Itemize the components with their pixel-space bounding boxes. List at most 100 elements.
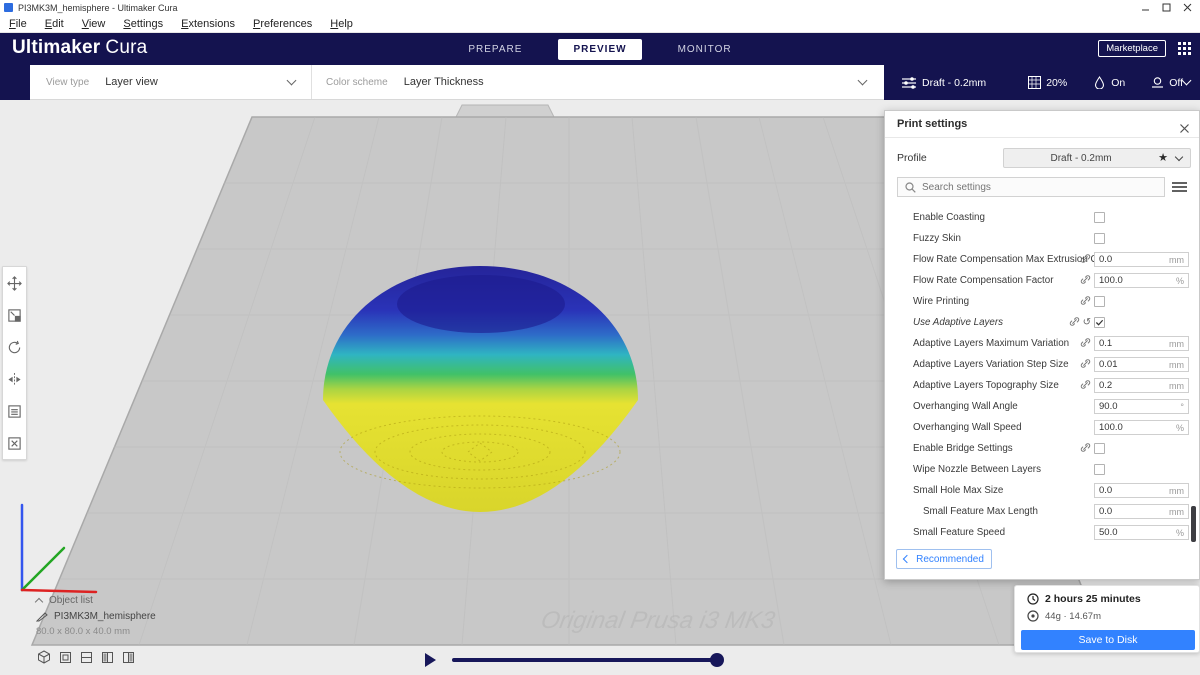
setting-checkbox[interactable] [1094,212,1105,223]
object-list-item[interactable]: PI3MK3M_hemisphere [36,611,156,622]
setting-input[interactable]: 100.0% [1094,420,1189,435]
setting-input[interactable]: 0.0 mm [1094,252,1189,267]
print-settings-quickbar[interactable]: Draft - 0.2mm 20% On Off [884,65,1200,100]
minimize-button[interactable] [1135,0,1156,15]
view-type-dropdown[interactable]: View type Layer view [30,65,312,99]
setting-checkbox[interactable] [1094,233,1105,244]
view-type-value: Layer view [105,76,158,88]
menu-bar: File Edit View Settings Extensions Prefe… [0,15,1200,33]
close-icon[interactable] [1179,118,1191,130]
timeline-handle[interactable] [710,653,724,667]
window-title: PI3MK3M_hemisphere - Ultimaker Cura [18,3,178,13]
recommended-button[interactable]: Recommended [896,549,992,569]
rotate-tool-button[interactable] [3,331,26,363]
setting-unit: ° [1180,402,1184,412]
view-orientation-bar [36,649,136,665]
menu-help[interactable]: Help [321,18,362,30]
setting-unit: mm [1169,339,1184,349]
profile-dropdown[interactable]: Draft - 0.2mm ★ [1003,148,1191,168]
tab-preview[interactable]: PREVIEW [558,39,641,60]
view-right-icon[interactable] [120,649,136,665]
view-top-icon[interactable] [78,649,94,665]
search-icon [905,182,916,193]
setting-control: 50.0% [1053,522,1189,543]
layer-timeline-slider[interactable] [452,658,720,662]
save-to-disk-button[interactable]: Save to Disk [1021,630,1195,650]
setting-icons [1053,335,1091,353]
setting-value: 0.01 [1099,359,1118,370]
tab-monitor[interactable]: MONITOR [670,39,740,60]
link-icon [1080,251,1091,269]
setting-checkbox[interactable] [1094,296,1105,307]
menu-file[interactable]: File [0,18,36,30]
setting-row: Enable Coasting [885,207,1199,228]
setting-label: Enable Bridge Settings [913,443,1013,454]
tool-palette [2,266,27,460]
menu-extensions[interactable]: Extensions [172,18,244,30]
setting-value: 0.0 [1099,254,1112,265]
chevron-down-icon [1175,152,1183,160]
play-button[interactable] [425,653,436,667]
quick-adhesion-value: Off [1169,77,1183,89]
setting-control: 100.0% [1053,270,1189,291]
setting-icons [1053,377,1091,395]
settings-scrollbar[interactable] [1191,506,1196,542]
close-button[interactable] [1177,0,1198,15]
scale-tool-button[interactable] [3,299,26,331]
chevron-down-icon [858,76,868,86]
setting-input[interactable]: 0.01mm [1094,357,1189,372]
chevron-down-icon[interactable] [1182,76,1192,86]
setting-input[interactable]: 0.0mm [1094,483,1189,498]
plate-watermark: Original Prusa i3 MK3 [539,607,778,634]
menu-view[interactable]: View [73,18,115,30]
setting-row: Overhanging Wall Speed100.0% [885,417,1199,438]
support-blocker-button[interactable] [3,427,26,459]
setting-input[interactable]: 0.1mm [1094,336,1189,351]
setting-row: Enable Bridge Settings [885,438,1199,459]
color-scheme-value: Layer Thickness [404,76,484,88]
print-settings-title: Print settings [897,118,967,130]
settings-list: Enable CoastingFuzzy SkinFlow Rate Compe… [885,207,1199,543]
setting-row: Small Hole Max Size0.0mm [885,480,1199,501]
settings-search-box[interactable] [897,177,1165,197]
revert-icon[interactable]: ↺ [1083,318,1091,328]
move-tool-button[interactable] [3,267,26,299]
setting-input[interactable]: 0.2mm [1094,378,1189,393]
tab-prepare[interactable]: PREPARE [460,39,530,60]
setting-row: Wire Printing [885,291,1199,312]
setting-checkbox[interactable] [1094,443,1105,454]
menu-edit[interactable]: Edit [36,18,73,30]
mirror-tool-button[interactable] [3,363,26,395]
setting-row: Use Adaptive Layers↺ [885,312,1199,333]
setting-checkbox[interactable] [1094,464,1105,475]
model-icon [36,612,48,622]
setting-checkbox[interactable] [1094,317,1105,328]
setting-value: 100.0 [1099,275,1123,286]
setting-label: Small Feature Max Length [923,506,1038,517]
menu-settings[interactable]: Settings [114,18,172,30]
application-switcher-icon[interactable] [1178,42,1191,60]
color-scheme-dropdown[interactable]: Color scheme Layer Thickness [312,65,884,99]
settings-menu-icon[interactable] [1172,180,1187,198]
setting-value: 0.0 [1099,506,1112,517]
view-left-icon[interactable] [99,649,115,665]
settings-search-input[interactable] [922,182,1164,193]
setting-unit: mm [1169,255,1184,265]
maximize-button[interactable] [1156,0,1177,15]
setting-unit: % [1176,528,1184,538]
setting-icons [1053,356,1091,374]
menu-preferences[interactable]: Preferences [244,18,321,30]
favorite-star-icon[interactable]: ★ [1158,153,1168,164]
setting-label: Wire Printing [913,296,969,307]
view-front-icon[interactable] [57,649,73,665]
per-model-settings-button[interactable] [3,395,26,427]
setting-input[interactable]: 90.0° [1094,399,1189,414]
setting-input[interactable]: 100.0% [1094,273,1189,288]
print-settings-header: Print settings [885,111,1199,138]
setting-input[interactable]: 0.0mm [1094,504,1189,519]
marketplace-button[interactable]: Marketplace [1098,40,1166,57]
view-3d-icon[interactable] [36,649,52,665]
setting-input[interactable]: 50.0% [1094,525,1189,540]
object-list-toggle[interactable]: Object list [36,595,156,606]
link-icon [1080,377,1091,395]
